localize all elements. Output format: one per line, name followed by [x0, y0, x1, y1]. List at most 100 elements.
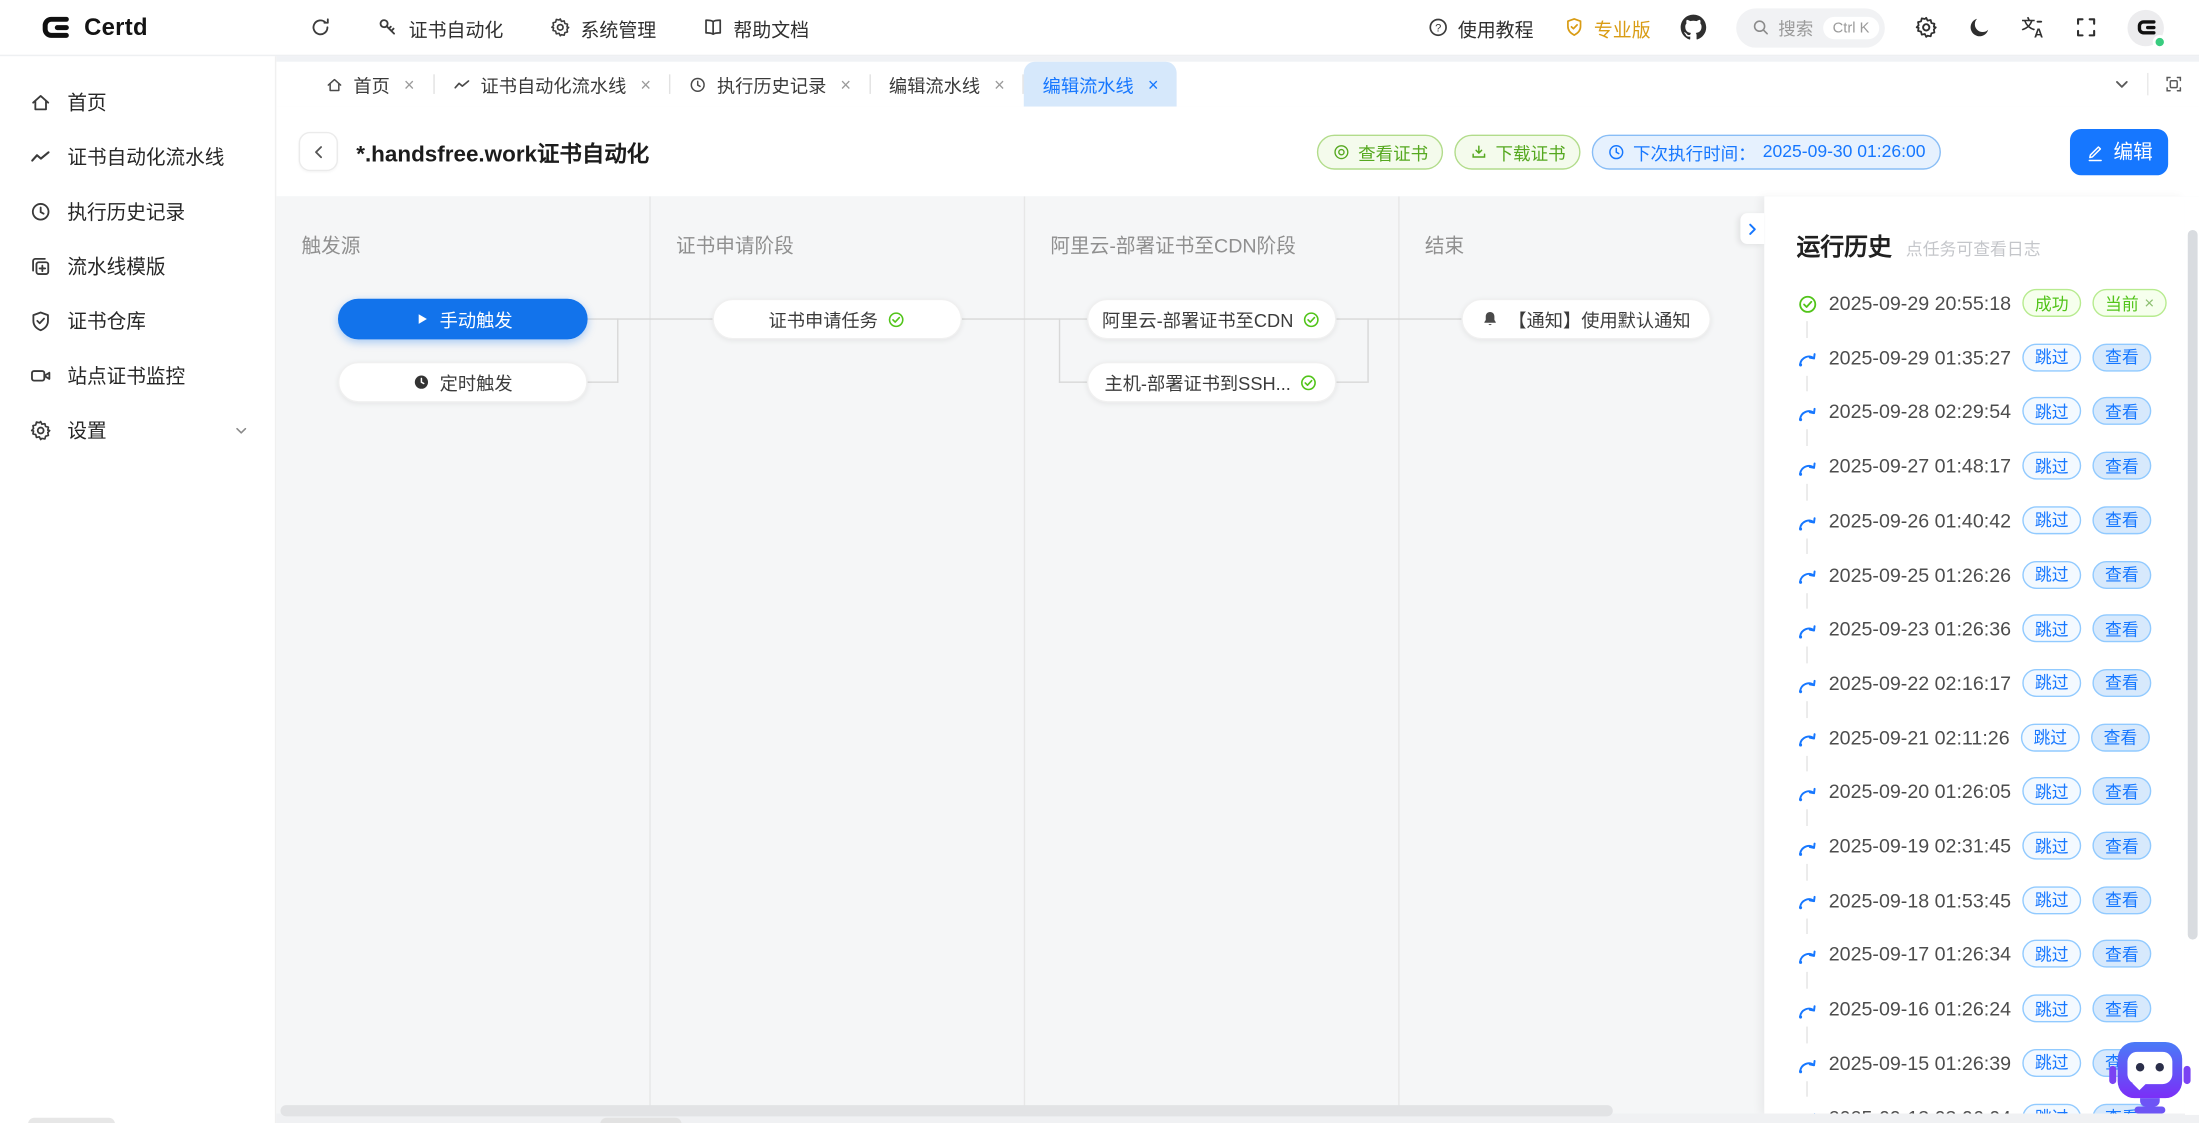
status-badge-skipped: 跳过 — [2022, 669, 2081, 697]
node-label: 证书申请任务 — [769, 306, 878, 333]
pipeline-node[interactable]: 手动触发 — [338, 299, 588, 340]
sidebar-item[interactable]: 执行历史记录 — [0, 184, 275, 239]
close-icon[interactable]: × — [994, 75, 1005, 93]
view-log-button[interactable]: 查看 — [2092, 886, 2151, 914]
history-entry[interactable]: 2025-09-22 02:16:17跳过查看 — [1797, 669, 2180, 697]
view-log-button[interactable]: 查看 — [2092, 506, 2151, 534]
close-icon[interactable]: × — [1148, 75, 1159, 93]
close-icon[interactable]: × — [2144, 295, 2154, 312]
content-fullscreen-icon[interactable] — [2164, 74, 2184, 94]
topbar-nav-item[interactable]: 帮助文档 — [702, 13, 809, 41]
view-log-button[interactable]: 查看 — [2092, 832, 2151, 860]
history-entry[interactable]: 2025-09-19 02:31:45跳过查看 — [1797, 832, 2180, 860]
tabbar-actions — [2112, 73, 2199, 95]
svg-text:?: ? — [1434, 23, 1440, 35]
view-log-button[interactable]: 查看 — [2092, 940, 2151, 968]
settings-gear-button[interactable] — [1914, 15, 1938, 39]
history-entry[interactable]: 2025-09-29 20:55:18成功当前× — [1797, 289, 2180, 317]
history-entry[interactable]: 2025-09-21 02:11:26跳过查看 — [1797, 723, 2180, 751]
tab-0[interactable]: 首页× — [307, 62, 433, 107]
sidebar-item-label: 证书自动化流水线 — [67, 142, 224, 170]
view-log-button[interactable]: 查看 — [2092, 669, 2151, 697]
view-log-button[interactable]: 查看 — [2092, 452, 2151, 480]
search-icon — [1752, 18, 1770, 36]
view-log-button[interactable]: 查看 — [2092, 343, 2151, 371]
github-link[interactable] — [1680, 14, 1707, 41]
edit-button[interactable]: 编辑 — [2070, 128, 2168, 174]
pro-badge-icon — [1563, 17, 1584, 38]
dark-mode-button[interactable] — [1968, 15, 1992, 39]
refresh-button[interactable] — [311, 17, 332, 38]
status-badge-current[interactable]: 当前× — [2092, 289, 2166, 317]
history-icon — [29, 200, 51, 222]
pro-version-link[interactable]: 专业版 — [1563, 13, 1651, 41]
topbar-nav-item[interactable]: 系统管理 — [550, 13, 657, 41]
close-icon[interactable]: × — [404, 75, 415, 93]
sidebar-item[interactable]: 证书自动化流水线 — [0, 129, 275, 184]
history-entry[interactable]: 2025-09-18 01:53:45跳过查看 — [1797, 886, 2180, 914]
fullscreen-button[interactable] — [2074, 15, 2098, 39]
check-circle-icon — [1797, 293, 1819, 315]
view-log-button[interactable]: 查看 — [2092, 777, 2151, 805]
timeline-connector — [1806, 647, 1807, 663]
history-entry[interactable]: 2025-09-26 01:40:42跳过查看 — [1797, 506, 2180, 534]
history-entry[interactable]: 2025-09-28 02:29:54跳过查看 — [1797, 397, 2180, 425]
history-entry[interactable]: 2025-09-20 01:26:05跳过查看 — [1797, 777, 2180, 805]
download-cert-button[interactable]: 下载证书 — [1455, 134, 1581, 169]
tab-2[interactable]: 执行历史记录× — [671, 62, 870, 107]
pipeline-node[interactable]: 主机-部署证书到SSH... — [1087, 362, 1337, 403]
sidebar: 首页证书自动化流水线执行历史记录流水线模版证书仓库站点证书监控设置 — [0, 56, 276, 1123]
tutorial-link[interactable]: ?使用教程 — [1427, 13, 1534, 41]
view-log-button[interactable]: 查看 — [2092, 560, 2151, 588]
pipeline-node[interactable]: 证书申请任务 — [712, 299, 962, 340]
language-button[interactable]: 文A — [2021, 15, 2045, 39]
view-log-button[interactable]: 查看 — [2092, 615, 2151, 643]
topbar-left: Certd 证书自动化系统管理帮助文档 — [0, 10, 809, 45]
view-log-button[interactable]: 查看 — [2092, 397, 2151, 425]
sidebar-item[interactable]: 首页 — [0, 74, 275, 129]
status-badge-skipped: 跳过 — [2022, 886, 2081, 914]
view-log-button[interactable]: 查看 — [2091, 723, 2150, 751]
history-entry[interactable]: 2025-09-17 01:26:34跳过查看 — [1797, 940, 2180, 968]
skip-icon — [1797, 564, 1819, 586]
tab-active[interactable]: 编辑流水线× — [1024, 62, 1176, 107]
history-entry[interactable]: 2025-09-16 01:26:24跳过查看 — [1797, 994, 2180, 1022]
history-entry[interactable]: 2025-09-29 01:35:27跳过查看 — [1797, 343, 2180, 371]
trend-icon — [452, 75, 470, 93]
tab-3[interactable]: 编辑流水线× — [871, 62, 1023, 107]
view-log-button[interactable]: 查看 — [2092, 994, 2151, 1022]
sidebar-item[interactable]: 证书仓库 — [0, 293, 275, 348]
status-badge-skipped: 跳过 — [2022, 615, 2081, 643]
home-icon — [325, 75, 343, 93]
sidebar-item-label: 站点证书监控 — [67, 361, 185, 389]
pipeline-node[interactable]: 【通知】使用默认通知 — [1461, 299, 1711, 340]
settings-icon — [29, 419, 51, 441]
tab-list-dropdown-icon[interactable] — [2112, 74, 2132, 94]
sidebar-item[interactable]: 流水线模版 — [0, 238, 275, 293]
pipeline-node[interactable]: 阿里云-部署证书至CDN — [1087, 299, 1337, 340]
stage-title: 证书申请阶段 — [651, 196, 1024, 259]
status-badge-skipped: 跳过 — [2021, 723, 2080, 751]
horizontal-scrollbar-thumb[interactable] — [280, 1104, 1612, 1115]
topbar-nav-item[interactable]: 证书自动化 — [378, 13, 504, 41]
history-entry-time: 2025-09-15 01:26:39 — [1829, 1052, 2011, 1074]
gear-icon — [550, 17, 571, 38]
skip-icon — [1797, 727, 1819, 749]
vertical-scrollbar-thumb[interactable] — [2187, 230, 2197, 940]
history-entry[interactable]: 2025-09-27 01:48:17跳过查看 — [1797, 452, 2180, 480]
tab-1[interactable]: 证书自动化流水线× — [434, 62, 669, 107]
history-entry[interactable]: 2025-09-25 01:26:26跳过查看 — [1797, 560, 2180, 588]
pipeline-node[interactable]: 定时触发 — [338, 362, 588, 403]
sidebar-item[interactable]: 设置 — [0, 402, 275, 457]
collapse-history-panel-button[interactable] — [1740, 213, 1764, 244]
close-icon[interactable]: × — [840, 75, 851, 93]
sidebar-item[interactable]: 站点证书监控 — [0, 348, 275, 403]
avatar[interactable] — [2127, 9, 2163, 45]
search-input[interactable]: 搜索 Ctrl K — [1736, 8, 1885, 47]
view-cert-button[interactable]: 查看证书 — [1317, 134, 1443, 169]
back-button[interactable] — [299, 132, 338, 171]
history-entry[interactable]: 2025-09-23 01:26:36跳过查看 — [1797, 615, 2180, 643]
chat-robot-widget[interactable] — [2109, 1039, 2190, 1118]
close-icon[interactable]: × — [640, 75, 651, 93]
sidebar-item-label: 流水线模版 — [67, 252, 165, 280]
